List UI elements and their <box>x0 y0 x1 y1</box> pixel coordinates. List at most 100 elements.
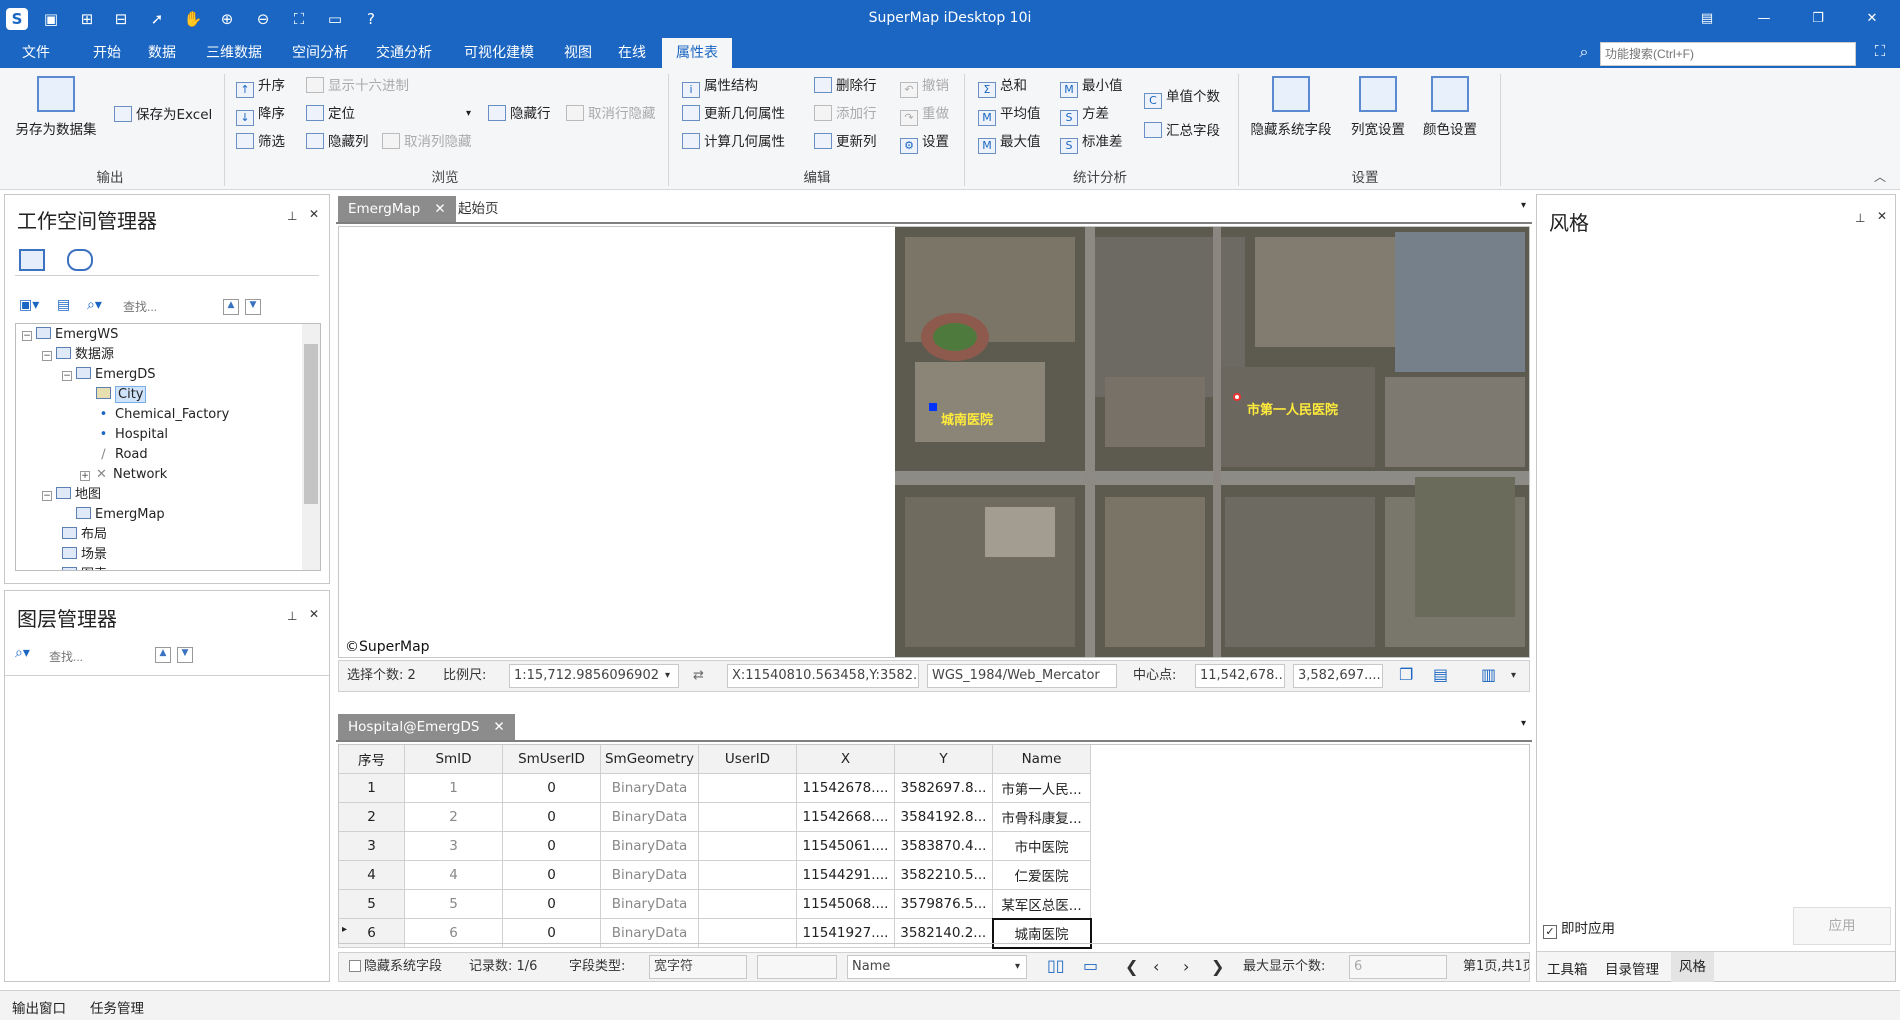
col-header-name[interactable]: Name <box>992 744 1091 774</box>
sum-button[interactable]: Σ 总和 <box>978 75 1027 98</box>
table-cell[interactable]: 11544291.... <box>796 860 895 890</box>
locate-button[interactable]: 定位 <box>306 103 355 125</box>
table-cell[interactable]: 0 <box>502 773 601 803</box>
tab-list-dropdown-icon[interactable]: ▾ <box>1521 718 1526 729</box>
table-cell[interactable]: 3 <box>338 831 405 861</box>
minimize-icon[interactable]: — <box>1752 8 1776 30</box>
table-cell[interactable]: 4 <box>404 860 503 890</box>
table-cell[interactable]: 2 <box>338 802 405 832</box>
copy-icon[interactable]: ❐ <box>1399 665 1413 684</box>
move-down-icon[interactable]: ▼ <box>177 647 193 663</box>
pin-icon[interactable]: ⊥ <box>1855 211 1865 225</box>
table-cell[interactable]: 2 <box>404 802 503 832</box>
field-name-dropdown-icon[interactable]: ▾ <box>1015 955 1020 979</box>
table-cell[interactable]: 市中医院 <box>992 831 1091 861</box>
menu-3d-data[interactable]: 三维数据 <box>198 38 270 68</box>
col-header-smgeometry[interactable]: SmGeometry <box>600 744 699 774</box>
apply-button[interactable]: 应用 <box>1793 907 1891 945</box>
table-row[interactable]: 5 5 0 BinaryData 11545068.... 3579876.5... 某军区… <box>338 889 1091 919</box>
close-icon[interactable]: ✕ <box>1860 8 1884 30</box>
col-header-userid[interactable]: UserID <box>698 744 797 774</box>
show-hex-button[interactable]: 显示十六进制 <box>306 75 409 97</box>
first-page-icon[interactable]: ❮ <box>1125 955 1138 979</box>
tree-node-emergds[interactable]: − EmergDS <box>62 366 156 384</box>
pin-icon[interactable]: ⊥ <box>287 609 297 623</box>
fullscreen-icon[interactable]: ⛶ <box>1868 42 1892 66</box>
table-cell[interactable] <box>698 773 797 803</box>
scale-dropdown-icon[interactable]: ▾ <box>665 664 670 688</box>
table-cell[interactable]: BinaryData <box>600 889 699 919</box>
tab-list-dropdown-icon[interactable]: ▾ <box>1521 200 1526 211</box>
paste-icon[interactable]: ▤ <box>1433 665 1448 684</box>
update-column-button[interactable]: 更新列 <box>814 131 877 153</box>
center-x-input[interactable]: 11,542,678... <box>1195 664 1285 688</box>
unhide-column-button[interactable]: 取消列隐藏 <box>382 131 472 153</box>
instant-apply-checkbox[interactable]: ✓ 即时应用 <box>1543 917 1615 939</box>
update-geometry-button[interactable]: 更新几何属性 <box>682 103 785 125</box>
tab-emergmap[interactable]: EmergMap ✕ <box>338 196 456 222</box>
field-name-combo[interactable]: Name <box>847 955 1027 979</box>
table-cell[interactable]: 0 <box>502 802 601 832</box>
tree-node-layouts[interactable]: 布局 <box>62 526 107 544</box>
table-cell[interactable]: 3583870.4... <box>894 831 993 861</box>
minimum-button[interactable]: M 最小值 <box>1060 75 1123 98</box>
panel-close-icon[interactable]: ✕ <box>1877 209 1887 223</box>
table-cell[interactable]: 6 ▸ <box>338 918 405 948</box>
col-header-smuserid[interactable]: SmUserID <box>502 744 601 774</box>
move-up-icon[interactable]: ▲ <box>155 647 171 663</box>
tab-hospital-table[interactable]: Hospital@EmergDS ✕ <box>338 714 515 740</box>
table-cell[interactable]: 0 <box>502 831 601 861</box>
sort-asc-button[interactable]: ↑ 升序 <box>236 75 285 98</box>
std-dev-button[interactable]: S 标准差 <box>1060 131 1123 154</box>
attribute-structure-button[interactable]: i 属性结构 <box>682 75 758 98</box>
menu-view[interactable]: 视图 <box>556 38 600 68</box>
table-cell[interactable]: BinaryData <box>600 773 699 803</box>
workspace-save-icon[interactable]: ▤ <box>57 297 70 313</box>
redo-button[interactable]: ↷ 重做 <box>900 103 949 126</box>
workspace-search-input[interactable] <box>123 297 219 317</box>
workspace-tab-icon[interactable] <box>19 249 45 271</box>
tab-output-window[interactable]: 输出窗口 <box>12 997 66 1017</box>
table-cell[interactable]: BinaryData <box>600 802 699 832</box>
tab-catalog[interactable]: 目录管理 <box>1605 958 1659 978</box>
table-cell[interactable]: 3582140.2... <box>894 918 993 948</box>
collapse-ribbon-icon[interactable]: ︿ <box>1874 168 1886 185</box>
table-row[interactable]: 6 ▸ 6 0 BinaryData 11541927.... 3582140.2... 城南… <box>338 917 1092 949</box>
tree-node-hospital[interactable]: • Hospital <box>96 426 168 444</box>
prev-page-icon[interactable]: ‹ <box>1153 955 1159 979</box>
table-cell[interactable]: 城南医院 <box>991 917 1092 949</box>
panel-close-icon[interactable]: ✕ <box>309 607 319 621</box>
undo-button[interactable]: ↶ 撤销 <box>900 75 949 98</box>
center-y-input[interactable]: 3,582,697.... <box>1293 664 1383 688</box>
col-header-x[interactable]: X <box>796 744 895 774</box>
table-cell[interactable] <box>698 802 797 832</box>
search-icon[interactable]: ⌕▾ <box>87 297 102 313</box>
table-cell[interactable]: 5 <box>404 889 503 919</box>
menu-spatial-analysis[interactable]: 空间分析 <box>284 38 356 68</box>
table-cell[interactable]: 4 <box>338 860 405 890</box>
menu-data[interactable]: 数据 <box>140 38 184 68</box>
tab-task-manager[interactable]: 任务管理 <box>90 997 144 1017</box>
search-icon[interactable]: ⌕ <box>1572 42 1596 66</box>
tab-style[interactable]: 风格 <box>1671 952 1714 982</box>
table-row[interactable]: 2 2 0 BinaryData 11542668.... 3584192.8... 市骨科… <box>338 802 1091 832</box>
col-header-smid[interactable]: SmID <box>404 744 503 774</box>
restore-icon[interactable]: ❐ <box>1806 8 1830 30</box>
tree-node-chemical-factory[interactable]: • Chemical_Factory <box>96 406 230 424</box>
table-cell[interactable]: 11541927.... <box>796 918 895 948</box>
hide-row-button[interactable]: 隐藏行 <box>488 103 551 125</box>
tab-toolbox[interactable]: 工具箱 <box>1547 958 1588 978</box>
table-cell[interactable]: 3579876.5... <box>894 889 993 919</box>
tree-node-network[interactable]: + ✕ Network <box>80 466 167 484</box>
unhide-row-button[interactable]: 取消行隐藏 <box>566 103 656 125</box>
maximum-button[interactable]: M 最大值 <box>978 131 1041 154</box>
hide-system-fields-button[interactable]: 隐藏系统字段 <box>1246 76 1336 138</box>
table-row[interactable]: 3 3 0 BinaryData 11545061.... 3583870.4... 市中医… <box>338 831 1091 861</box>
table-cell[interactable]: 市第一人民... <box>992 773 1091 803</box>
table-cell[interactable]: 5 <box>338 889 405 919</box>
table-cell[interactable]: 3 <box>404 831 503 861</box>
next-page-icon[interactable]: › <box>1183 955 1189 979</box>
search-icon[interactable]: ⌕▾ <box>15 645 30 661</box>
table-cell[interactable] <box>698 831 797 861</box>
swap-icon[interactable]: ⇄ <box>693 664 704 688</box>
